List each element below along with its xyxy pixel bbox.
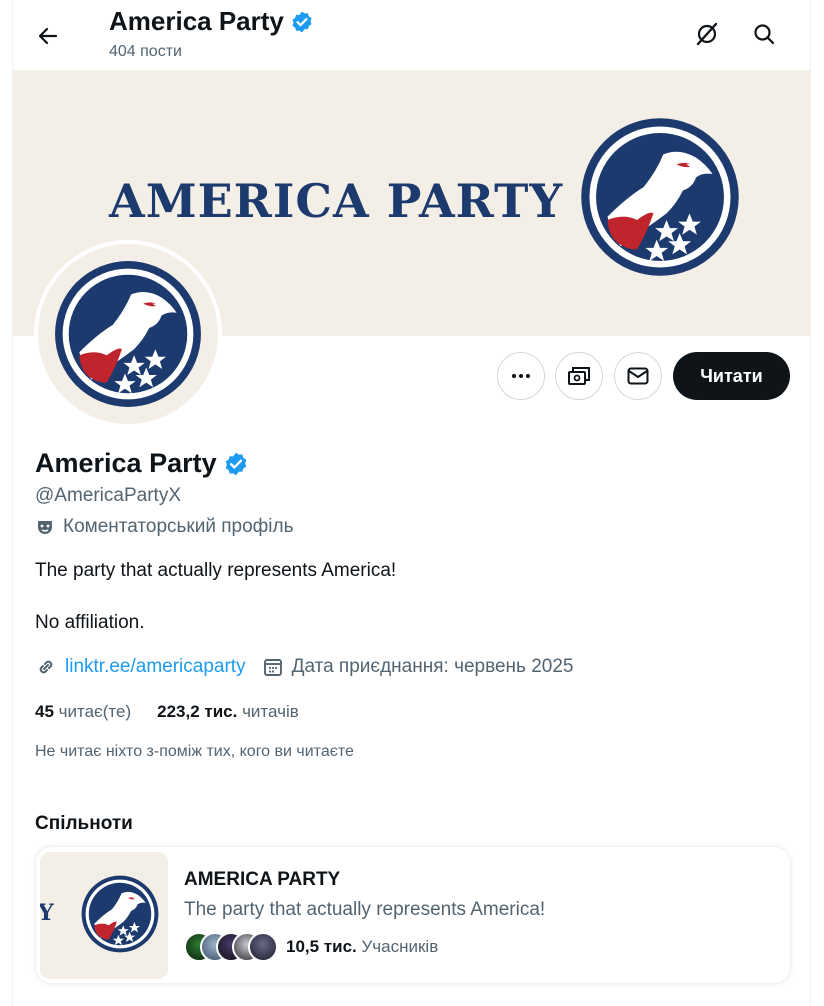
header-title: America Party	[109, 6, 314, 37]
back-arrow-icon[interactable]	[30, 18, 66, 54]
mutual-followers-note: Не читає ніхто з-поміж тих, кого ви чита…	[35, 743, 354, 760]
profile-link[interactable]: linktr.ee/americaparty	[65, 656, 246, 678]
posts-count: 404 пости	[109, 43, 182, 60]
header-name: America Party	[109, 6, 284, 36]
parody-label-text: Коментаторський профіль	[63, 516, 294, 537]
parody-label: Коментаторський профіль	[35, 516, 294, 538]
link-icon	[39, 660, 53, 674]
avatar[interactable]	[34, 240, 222, 428]
subscribe-button[interactable]	[555, 352, 603, 400]
verified-badge-icon[interactable]	[223, 451, 249, 477]
profile-meta: linktr.ee/americaparty Дата приєднання: …	[35, 656, 574, 678]
eagle-logo-icon	[578, 115, 742, 279]
calendar-icon	[263, 659, 282, 676]
community-eagle-icon	[80, 874, 160, 954]
follow-button[interactable]: Читати	[673, 352, 790, 400]
profile-name: America Party	[35, 448, 249, 479]
join-date: Дата приєднання: червень 2025	[291, 656, 574, 677]
profile-page: America Party 404 пости AMERICA PARTY Чи…	[0, 0, 824, 1006]
bio-line-2: No affiliation.	[35, 612, 145, 633]
community-members: 10,5 тис. Учасників	[184, 932, 438, 962]
followers-stat[interactable]: 223,2 тис. читачів	[157, 702, 299, 722]
community-image-fragment: Y	[40, 900, 54, 926]
community-image[interactable]: Y	[40, 852, 168, 979]
more-button[interactable]	[497, 352, 545, 400]
bio-line-1: The party that actually represents Ameri…	[35, 560, 397, 581]
search-icon[interactable]	[746, 16, 782, 52]
following-label: читає(те)	[58, 702, 132, 721]
followers-label: читачів	[242, 702, 299, 721]
profile-handle: @AmericaPartyX	[35, 485, 181, 506]
more-icon	[512, 374, 530, 378]
follow-stats: 45 читає(те) 223,2 тис. читачів	[35, 702, 299, 722]
message-button[interactable]	[614, 352, 662, 400]
verified-badge-icon	[290, 10, 314, 34]
message-icon	[627, 367, 649, 385]
members-label: Учасників	[361, 937, 439, 956]
members-count-number: 10,5 тис.	[286, 937, 357, 956]
followers-count: 223,2 тис.	[157, 702, 238, 721]
communities-heading: Спільноти	[35, 813, 133, 834]
banner-text: AMERICA PARTY	[109, 174, 564, 228]
member-avatar	[248, 932, 278, 962]
subscribe-icon	[568, 367, 590, 385]
community-name: AMERICA PARTY	[184, 869, 341, 890]
avatar-eagle-icon	[52, 258, 204, 410]
parody-mask-icon	[38, 521, 52, 534]
following-count: 45	[35, 702, 54, 721]
following-stat[interactable]: 45 читає(те)	[35, 702, 131, 722]
grok-icon[interactable]	[689, 16, 725, 52]
profile-name-text: America Party	[35, 448, 217, 478]
community-description: The party that actually represents Ameri…	[184, 899, 546, 920]
members-count: 10,5 тис. Учасників	[286, 937, 438, 957]
